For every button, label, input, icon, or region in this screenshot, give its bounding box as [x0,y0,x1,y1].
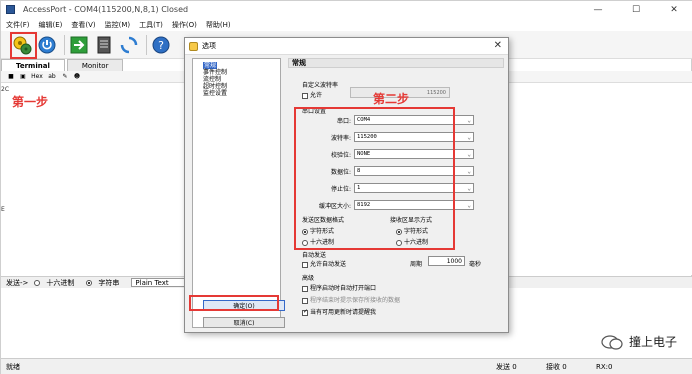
tree-connector [204,68,205,95]
ab-button[interactable]: ab [46,72,58,82]
side-label: E [1,206,5,213]
tree-item-timeout[interactable]: 超时控制 [193,83,280,90]
watermark-text: 撞上电子 [628,335,677,349]
toolbar-separator [64,34,65,55]
custom-baud-allow[interactable]: 允许 [302,90,322,99]
chevron-down-icon: ⌄ [467,168,471,175]
chevron-down-icon: ⌄ [467,151,471,158]
menu-bar: 文件(F) 编辑(E) 查看(V) 监控(M) 工具(T) 操作(O) 帮助(H… [1,18,692,31]
period-unit: 毫秒 [469,261,482,268]
checkbox-icon [302,297,308,304]
menu-view[interactable]: 查看(V) [71,20,95,30]
chevron-down-icon: ⌄ [467,117,471,124]
power-icon [38,36,56,53]
watermark: 撞上电子 [601,333,677,350]
chevron-down-icon: ⌄ [467,134,471,141]
hex-button[interactable]: Hex [30,72,44,82]
save-prompt-option[interactable]: 程序结束时提示保存所接收的数据 [302,295,400,304]
help-button[interactable]: ? [150,34,172,56]
menu-help[interactable]: 帮助(H) [206,20,231,30]
maximize-button[interactable]: ☐ [617,1,655,18]
arrow-right-icon [70,36,88,53]
update-notify-option[interactable]: 当有可用更新时请提醒我 [302,307,376,316]
checkbox-icon [302,261,308,268]
menu-monitor[interactable]: 监控(M) [105,20,131,30]
document-icon [97,36,111,53]
view-tabs: Terminal Monitor [1,59,125,71]
view-icon[interactable]: ▣ [18,72,28,82]
send-button[interactable] [68,34,90,56]
status-bar: 就绪 发送 0 接收 0 RX:0 [1,358,692,374]
checkbox-checked-icon [302,308,308,316]
refresh-button[interactable] [118,34,140,56]
send-string-option[interactable]: 字符串 [86,278,125,288]
dialog-close-icon[interactable]: ✕ [494,40,502,51]
menu-operation[interactable]: 操作(O) [172,20,197,30]
wechat-icon [601,334,623,350]
refresh-icon [120,36,138,53]
help-icon: ? [152,36,170,53]
user-icon[interactable]: ☻ [72,72,82,82]
status-sent: 发送 0 [496,363,517,371]
title-bar: AccessPort - COM4(115200,N,8,1) Closed —… [1,1,692,18]
period-label: 周期 [410,261,423,268]
auto-open-option[interactable]: 程序启动时自动打开端口 [302,283,376,292]
minimize-button[interactable]: — [579,1,617,18]
dialog-title-bar: 选项 ✕ [185,38,508,55]
dialog-icon [189,41,198,51]
auto-send-allow[interactable]: 允许自动发送 [302,259,346,268]
tab-monitor[interactable]: Monitor [66,59,124,71]
custom-baud-group: 自定义波特率 [302,82,339,89]
chevron-down-icon: ⌄ [467,202,471,209]
radio-icon [86,279,93,286]
auto-send-group: 自动发送 [302,252,327,259]
tree-item-monitor[interactable]: 监控设置 [193,90,280,97]
send-label: 发送-> [6,278,29,287]
toolbar-separator [146,34,147,55]
panel-title: 常规 [288,58,504,68]
edit-icon[interactable]: ✎ [60,72,70,82]
send-hex-option[interactable]: 十六进制 [34,278,80,288]
save-icon[interactable]: ■ [6,72,16,82]
serial-settings-highlight-box [294,107,455,250]
app-icon [6,5,15,14]
tree-item-flow[interactable]: 流控制 [193,76,280,83]
power-button[interactable] [36,34,58,56]
advanced-group: 高级 [302,275,315,282]
document-button[interactable] [93,34,115,56]
menu-edit[interactable]: 编辑(E) [39,20,63,30]
tab-terminal[interactable]: Terminal [1,59,65,71]
step2-annotation: 第二步 [373,92,410,106]
dialog-title: 选项 [202,42,216,50]
tree-item-events[interactable]: 事件控制 [193,69,280,76]
menu-file[interactable]: 文件(F) [6,20,30,30]
step1-annotation: 第一步 [12,95,49,109]
tree-item-general[interactable]: 常规 [203,62,218,69]
svg-text:?: ? [158,39,164,52]
chevron-down-icon: ⌄ [467,185,471,192]
options-highlight-box [10,32,37,59]
send-mode-select[interactable]: Plain Text [131,278,187,287]
period-input[interactable]: 1000 [428,256,465,266]
checkbox-icon [302,285,308,292]
status-ready: 就绪 [6,363,20,371]
cancel-button[interactable]: 取消(C) [203,317,285,328]
window-title: AccessPort - COM4(115200,N,8,1) Closed [23,5,189,14]
side-label: 2C [1,86,10,93]
checkbox-icon [302,92,308,99]
close-button[interactable]: ✕ [655,1,692,18]
status-rx: RX:0 [596,363,613,371]
ok-button-highlight-box [189,295,279,311]
status-recv: 接收 0 [546,363,567,371]
radio-icon [34,279,41,286]
menu-tools[interactable]: 工具(T) [139,20,163,30]
options-tree: 常规 事件控制 流控制 超时控制 监控设置 确定(O) 取消(C) [192,58,285,328]
